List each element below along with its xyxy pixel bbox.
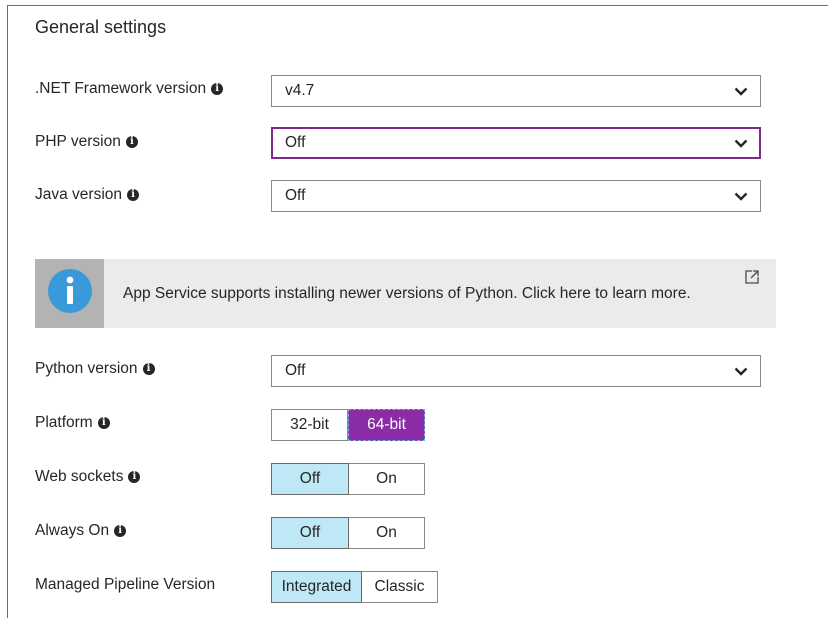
web-sockets-option-on[interactable]: On — [349, 463, 425, 495]
python-version-label: Python version i — [35, 360, 155, 378]
php-version-label: PHP version i — [35, 133, 138, 151]
always-on-label: Always On i — [35, 522, 127, 540]
platform-option-32bit[interactable]: 32-bit — [271, 409, 348, 441]
info-icon[interactable]: i — [127, 189, 140, 201]
dotnet-version-label: .NET Framework version i — [35, 80, 224, 98]
info-icon[interactable]: i — [211, 83, 224, 95]
banner-message[interactable]: App Service supports installing newer ve… — [123, 285, 691, 303]
info-icon[interactable]: i — [142, 363, 155, 375]
platform-label: Platform i — [35, 414, 110, 432]
always-on-option-off[interactable]: Off — [271, 517, 349, 549]
managed-pipeline-option-classic[interactable]: Classic — [362, 571, 438, 603]
dotnet-version-select[interactable]: v4.7 — [271, 75, 761, 107]
chevron-down-icon — [734, 139, 748, 148]
python-version-value: Off — [285, 362, 306, 379]
chevron-down-icon — [734, 87, 748, 96]
info-icon[interactable]: i — [114, 525, 127, 537]
always-on-option-on[interactable]: On — [349, 517, 425, 549]
chevron-down-icon — [734, 367, 748, 376]
platform-toggle[interactable]: 32-bit 64-bit — [271, 409, 425, 441]
java-version-value: Off — [285, 187, 306, 204]
banner-icon-area — [35, 259, 104, 328]
dotnet-version-label-text: .NET Framework version — [35, 80, 207, 97]
settings-panel: General settings .NET Framework version … — [0, 0, 828, 618]
php-version-label-text: PHP version — [35, 133, 121, 150]
java-version-label: Java version i — [35, 186, 140, 204]
managed-pipeline-label: Managed Pipeline Version — [35, 576, 215, 594]
platform-label-text: Platform — [35, 414, 93, 431]
info-icon[interactable]: i — [97, 417, 110, 429]
java-version-select[interactable]: Off — [271, 180, 761, 212]
managed-pipeline-toggle[interactable]: Integrated Classic — [271, 571, 438, 603]
managed-pipeline-label-text: Managed Pipeline Version — [35, 576, 216, 593]
external-link-icon[interactable] — [744, 269, 760, 290]
web-sockets-label-text: Web sockets — [35, 468, 124, 485]
panel-border-left — [7, 5, 8, 618]
chevron-down-icon — [734, 192, 748, 201]
info-icon[interactable]: i — [125, 136, 138, 148]
always-on-toggle[interactable]: Off On — [271, 517, 425, 549]
panel-border-top — [7, 5, 828, 6]
python-info-banner[interactable]: App Service supports installing newer ve… — [35, 259, 776, 328]
python-version-select[interactable]: Off — [271, 355, 761, 387]
always-on-label-text: Always On — [35, 522, 110, 539]
php-version-value: Off — [285, 134, 306, 151]
web-sockets-toggle[interactable]: Off On — [271, 463, 425, 495]
python-version-label-text: Python version — [35, 360, 138, 377]
web-sockets-option-off[interactable]: Off — [271, 463, 349, 495]
section-title: General settings — [35, 17, 167, 37]
managed-pipeline-option-integrated[interactable]: Integrated — [271, 571, 362, 603]
java-version-label-text: Java version — [35, 186, 123, 203]
platform-option-64bit[interactable]: 64-bit — [348, 409, 425, 441]
info-circle-icon — [47, 268, 93, 319]
web-sockets-label: Web sockets i — [35, 468, 141, 486]
dotnet-version-value: v4.7 — [285, 82, 315, 99]
info-icon[interactable]: i — [128, 471, 141, 483]
php-version-select[interactable]: Off — [271, 127, 761, 159]
